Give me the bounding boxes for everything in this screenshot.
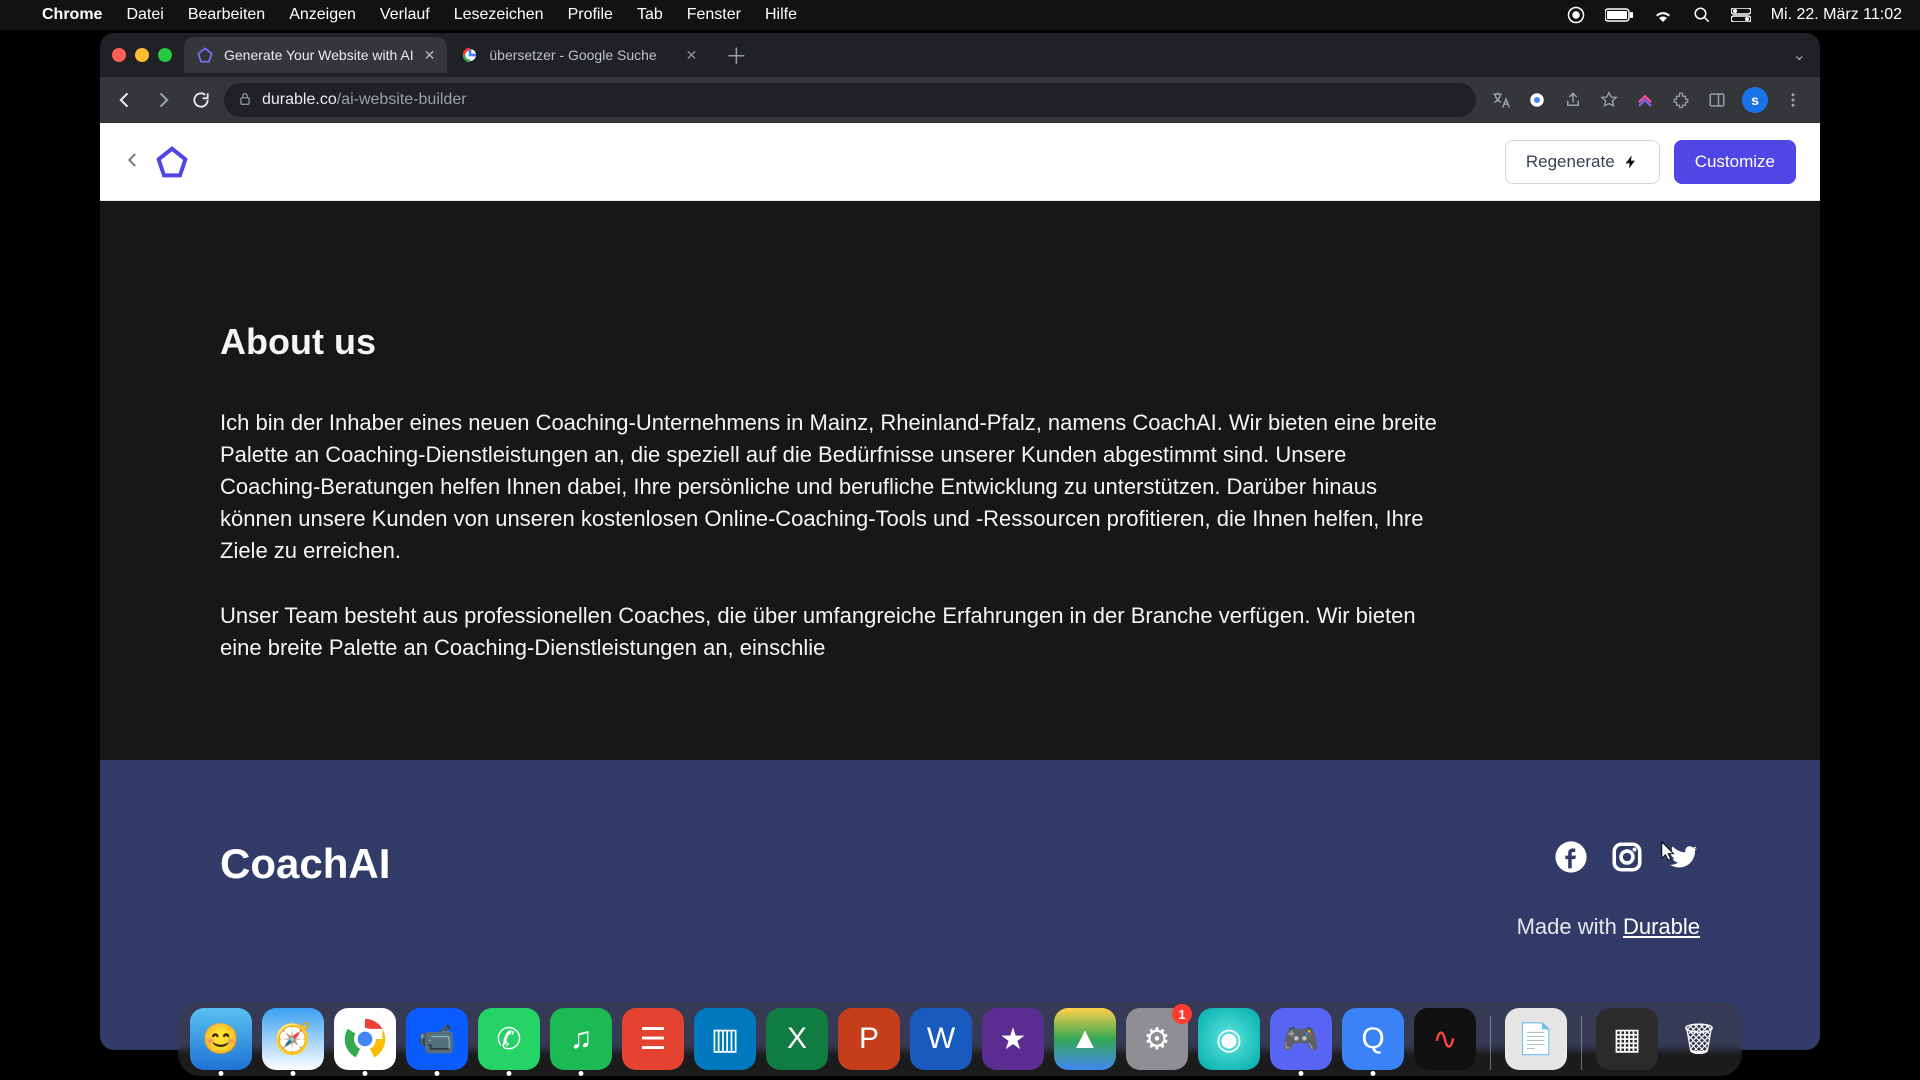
menubar-clock[interactable]: Mi. 22. März 11:02 [1771,6,1902,24]
settings-badge: 1 [1172,1004,1192,1024]
site-preview[interactable]: About us Ich bin der Inhaber eines neuen… [100,201,1820,1050]
regenerate-label: Regenerate [1526,152,1615,172]
menu-profile[interactable]: Profile [568,6,613,24]
durable-favicon-icon [196,46,214,64]
zoom-icon[interactable]: 📹 [406,1008,468,1070]
close-tab-icon[interactable]: ✕ [424,47,436,64]
settings-icon[interactable]: ⚙1 [1126,1008,1188,1070]
menubar-app-name[interactable]: Chrome [42,6,102,24]
url-path: /ai-website-builder [337,91,467,108]
about-paragraph-2: Unser Team besteht aus professionellen C… [220,600,1450,664]
menu-anzeigen[interactable]: Anzeigen [289,6,356,24]
maximize-window-button[interactable] [158,48,172,62]
voice-memos-icon[interactable]: ∿ [1414,1008,1476,1070]
browser-toolbar: durable.co/ai-website-builder [100,77,1820,123]
bolt-icon [1623,154,1639,170]
durable-link[interactable]: Durable [1623,914,1700,939]
google-ext-icon[interactable] [1526,89,1548,111]
excel-icon[interactable]: X [766,1008,828,1070]
control-center-icon[interactable] [1731,8,1751,22]
new-tab-button[interactable]: ＋ [711,39,761,71]
google-favicon-icon [461,46,479,64]
close-window-button[interactable] [112,48,126,62]
about-paragraph-1: Ich bin der Inhaber eines neuen Coaching… [220,407,1450,566]
wifi-icon[interactable] [1653,8,1673,22]
menu-tab[interactable]: Tab [637,6,663,24]
customize-button[interactable]: Customize [1674,140,1796,184]
back-button[interactable] [110,85,140,115]
footer-brand: CoachAI [220,840,390,888]
reload-button[interactable] [186,85,216,115]
discord-icon[interactable]: 🎮 [1270,1008,1332,1070]
twitter-icon[interactable] [1666,840,1700,874]
extensions-icon[interactable] [1670,89,1692,111]
word-icon[interactable]: W [910,1008,972,1070]
chrome-app-icon[interactable] [334,1008,396,1070]
battery-icon[interactable] [1605,8,1633,22]
page-viewport: Regenerate Customize About us Ich bin de… [100,123,1820,1050]
screen-record-icon[interactable] [1567,6,1585,24]
spotify-icon[interactable]: ♫ [550,1008,612,1070]
menu-fenster[interactable]: Fenster [687,6,741,24]
forward-button[interactable] [148,85,178,115]
menu-bearbeiten[interactable]: Bearbeiten [188,6,265,24]
menu-datei[interactable]: Datei [126,6,163,24]
app-header: Regenerate Customize [100,123,1820,201]
cursor-icon [1660,840,1678,862]
chrome-window: Generate Your Website with AI ✕ übersetz… [100,33,1820,1050]
bookmark-star-icon[interactable] [1598,89,1620,111]
menu-lesezeichen[interactable]: Lesezeichen [454,6,544,24]
tab-title: Generate Your Website with AI [224,47,414,63]
menu-verlauf[interactable]: Verlauf [380,6,430,24]
safari-icon[interactable]: 🧭 [262,1008,324,1070]
profile-avatar[interactable]: s [1742,87,1768,113]
translate-icon[interactable] [1490,89,1512,111]
made-with-prefix: Made with [1517,914,1623,939]
todoist-icon[interactable]: ☰ [622,1008,684,1070]
search-icon[interactable] [1693,6,1711,24]
tab-active[interactable]: Generate Your Website with AI ✕ [184,37,447,73]
share-icon[interactable] [1562,89,1584,111]
imovie-icon[interactable]: ★ [982,1008,1044,1070]
about-section: About us Ich bin der Inhaber eines neuen… [100,201,1820,798]
url-host: durable.co [262,91,337,108]
siri-icon[interactable]: ◉ [1198,1008,1260,1070]
menu-hilfe[interactable]: Hilfe [765,6,797,24]
instagram-icon[interactable] [1610,840,1644,874]
tab-title: übersetzer - Google Suche [489,47,656,63]
dock: 😊 🧭 📹 ✆ ♫ ☰ ▥ X P W ★ ▲ ⚙1 ◉ 🎮 Q ∿ 📄 ▦ 🗑 [0,1002,1920,1076]
mission-control-icon[interactable]: ▦ [1596,1008,1658,1070]
trash-icon[interactable]: 🗑 [1668,1008,1730,1070]
tabs-dropdown-icon[interactable]: ⌄ [1779,45,1820,65]
durable-logo-icon[interactable] [156,146,188,178]
google-drive-icon[interactable]: ▲ [1054,1008,1116,1070]
facebook-icon[interactable] [1554,840,1588,874]
about-heading: About us [220,321,1700,363]
finder-icon[interactable]: 😊 [190,1008,252,1070]
trello-icon[interactable]: ▥ [694,1008,756,1070]
sidepanel-icon[interactable] [1706,89,1728,111]
macos-menubar: Chrome Datei Bearbeiten Anzeigen Verlauf… [0,0,1920,30]
whatsapp-icon[interactable]: ✆ [478,1008,540,1070]
close-tab-icon[interactable]: ✕ [686,47,698,64]
lock-icon [238,92,252,109]
minimize-window-button[interactable] [135,48,149,62]
regenerate-button[interactable]: Regenerate [1505,140,1660,184]
clickup-ext-icon[interactable] [1634,89,1656,111]
window-controls [112,48,172,62]
quicktime-icon[interactable]: Q [1342,1008,1404,1070]
dock-separator [1581,1016,1582,1070]
made-with: Made with Durable [1517,914,1700,940]
customize-label: Customize [1695,152,1775,172]
tabstrip: Generate Your Website with AI ✕ übersetz… [100,33,1820,77]
address-bar[interactable]: durable.co/ai-website-builder [224,83,1476,117]
dock-separator [1490,1016,1491,1070]
chrome-menu-icon[interactable] [1782,89,1804,111]
tab-inactive[interactable]: übersetzer - Google Suche ✕ [449,37,709,73]
textedit-icon[interactable]: 📄 [1505,1008,1567,1070]
app-back-button[interactable] [124,149,142,175]
powerpoint-icon[interactable]: P [838,1008,900,1070]
